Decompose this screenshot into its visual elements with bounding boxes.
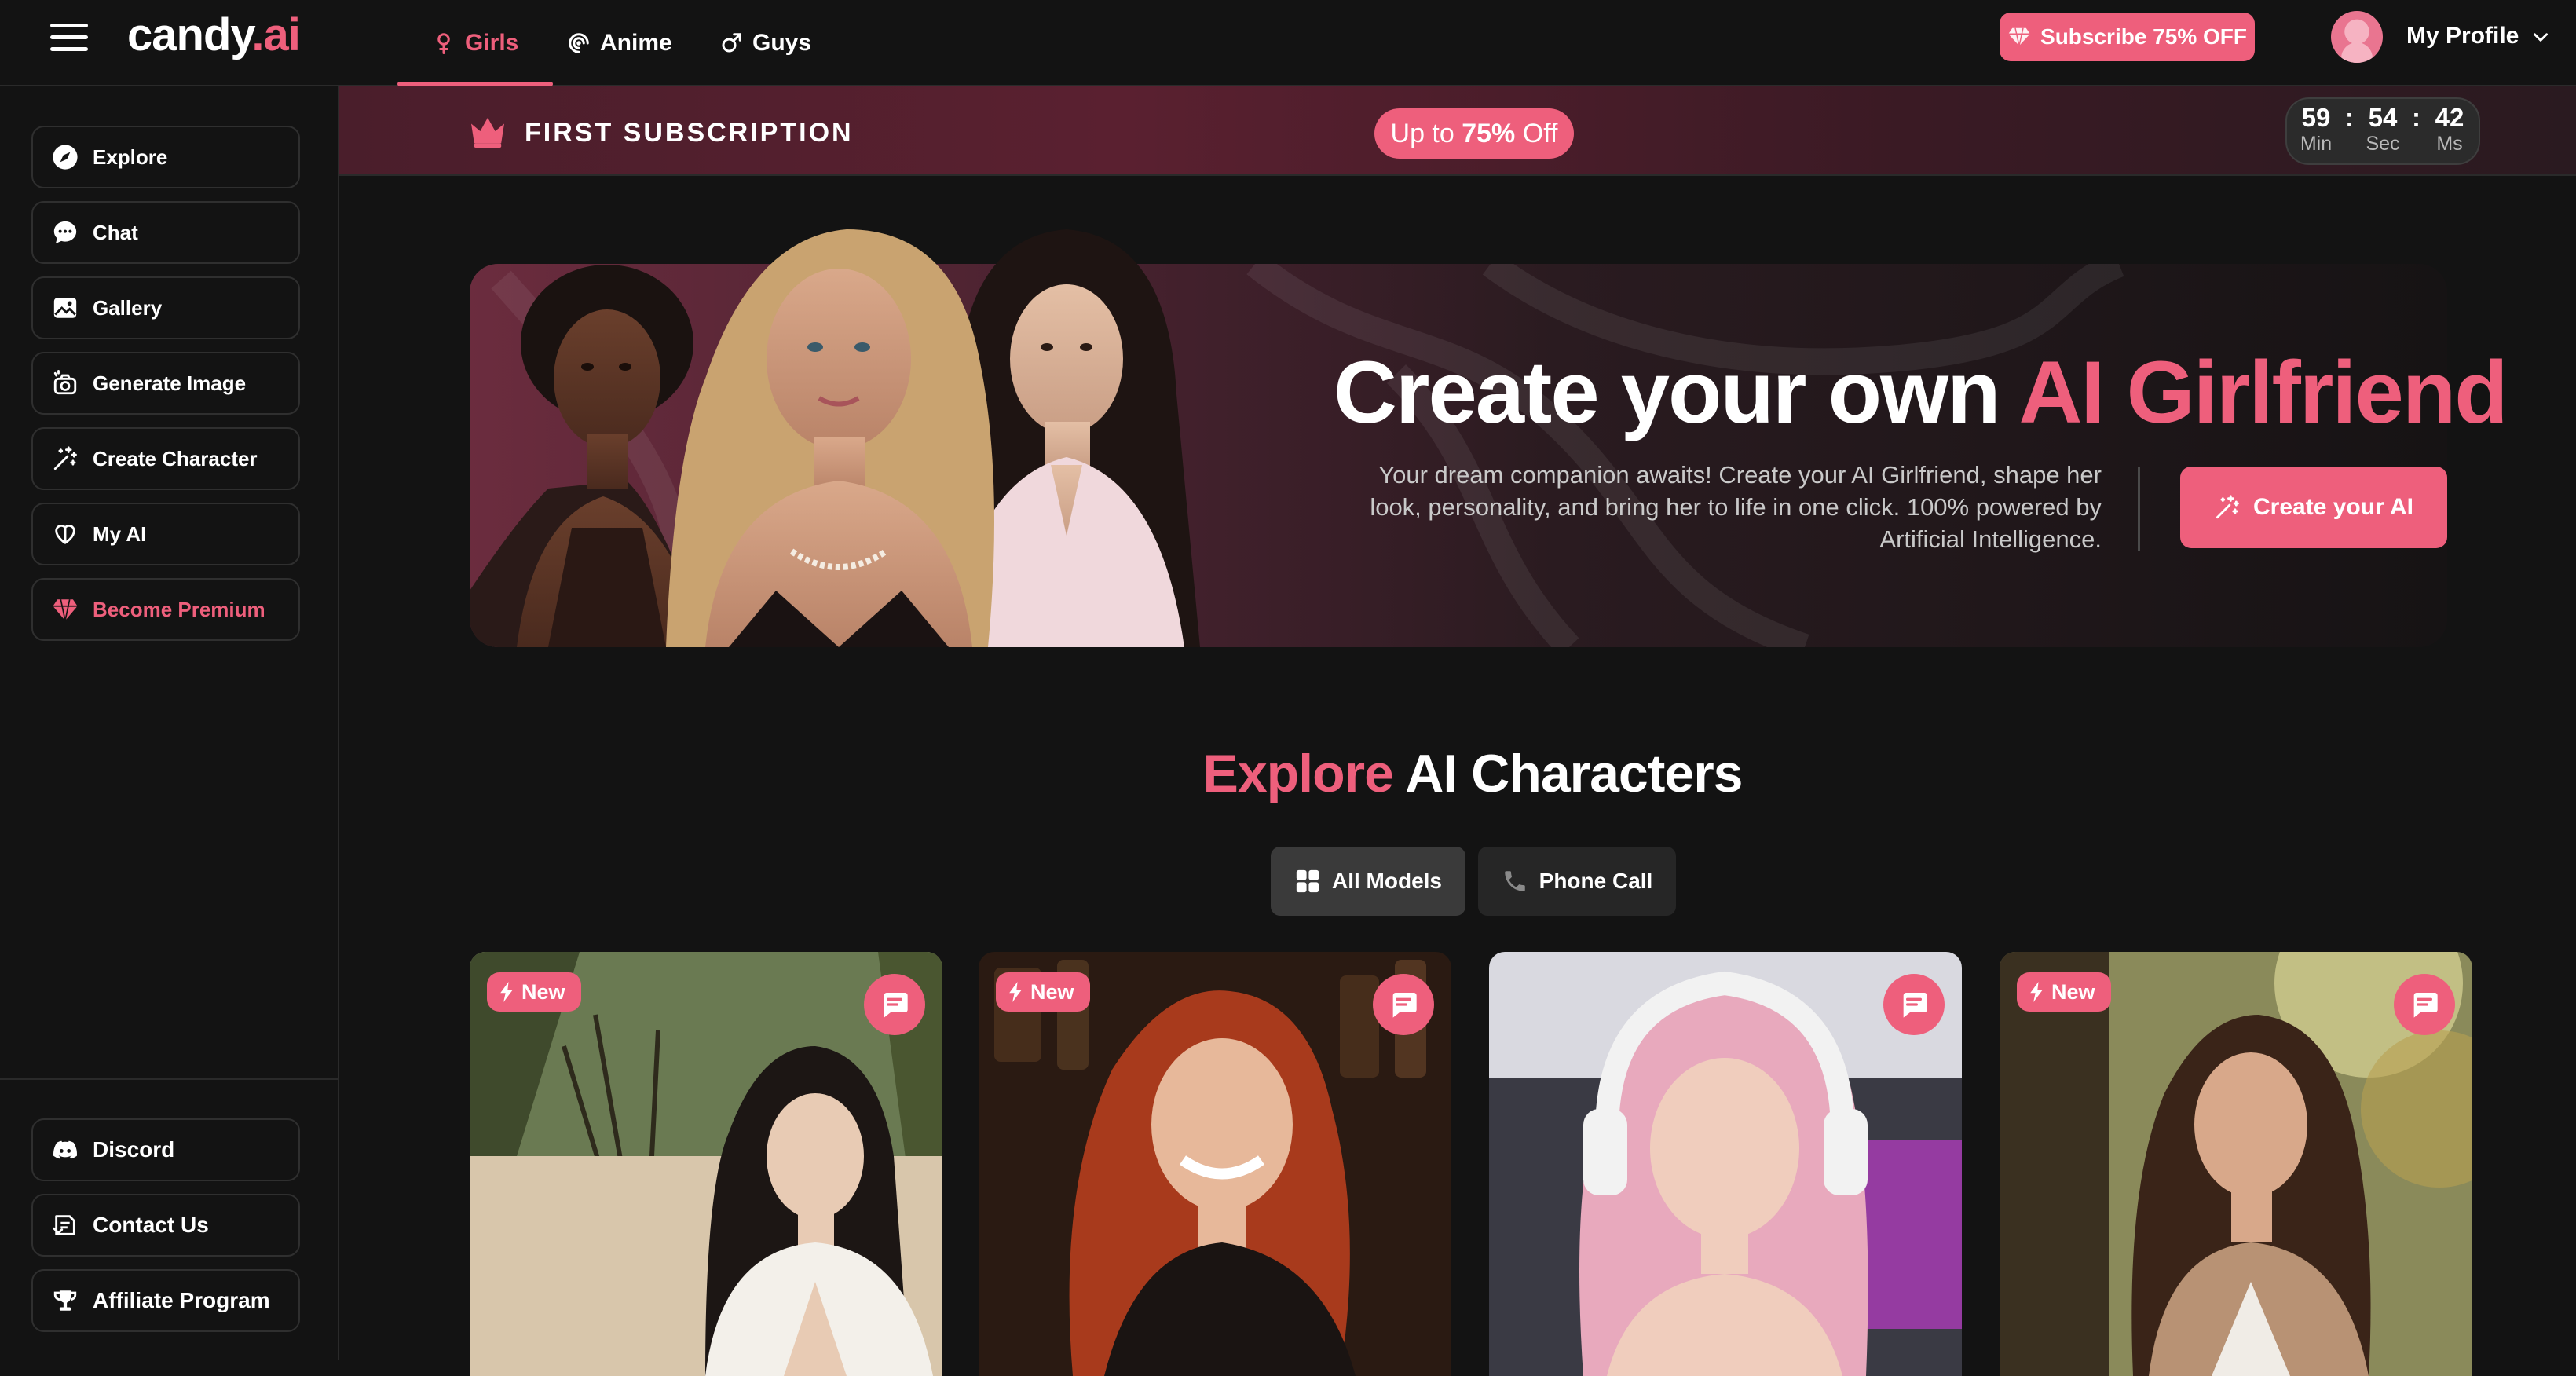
- discount-badge: Up to 75% Off: [1374, 108, 1574, 159]
- tab-girls-label: Girls: [465, 30, 519, 56]
- new-badge: New: [487, 972, 581, 1012]
- create-your-ai-button[interactable]: Create your AI: [2180, 467, 2447, 548]
- female-icon: [437, 33, 450, 54]
- hero-title: Create your own AI Girlfriend: [1334, 343, 2508, 441]
- contact-icon: [53, 1215, 75, 1235]
- chat-icon: [53, 221, 77, 244]
- trophy-icon: [53, 1290, 77, 1311]
- filter-phone-call[interactable]: Phone Call: [1478, 847, 1676, 916]
- sidebar-item-generate-image[interactable]: Generate Image: [31, 352, 300, 415]
- character-card[interactable]: [1489, 952, 1962, 1376]
- image-icon: [53, 298, 77, 318]
- timer-minutes: 59: [2301, 103, 2331, 132]
- hero-description: Your dream companion awaits! Create your…: [1370, 461, 2102, 553]
- diamond-icon: [2008, 27, 2030, 46]
- timer-seconds: 54: [2368, 103, 2398, 132]
- top-bar: candy.ai Girls Anime Guys Subscribe 75% …: [0, 0, 2576, 86]
- sidebar-item-label: Generate Image: [93, 371, 247, 395]
- tab-girls[interactable]: Girls: [397, 0, 554, 86]
- camera-sparkle-icon: [53, 370, 77, 395]
- chevron-down-icon[interactable]: [2530, 27, 2551, 47]
- sidebar-item-label: Chat: [93, 220, 138, 244]
- logo-main: candy: [127, 9, 252, 60]
- sidebar-item-label: Discord: [93, 1137, 175, 1162]
- hero-models-image: [470, 229, 1200, 647]
- lightning-icon: [2030, 982, 2043, 1002]
- logo[interactable]: candy.ai: [127, 6, 301, 64]
- lightning-icon: [500, 982, 513, 1002]
- explore-title: Explore AI Characters: [1202, 744, 1744, 803]
- create-your-ai-label: Create your AI: [2253, 494, 2413, 520]
- sidebar-item-label: Create Character: [93, 446, 258, 470]
- tab-anime[interactable]: Anime: [567, 0, 672, 86]
- subscribe-label: Subscribe 75% OFF: [2040, 24, 2247, 49]
- hero-divider: [2138, 467, 2140, 551]
- chat-button[interactable]: [1883, 974, 1945, 1035]
- sidebar-item-affiliate-program[interactable]: Affiliate Program: [31, 1269, 300, 1332]
- sidebar-item-become-premium[interactable]: Become Premium: [31, 578, 300, 641]
- chat-icon: [2413, 993, 2438, 1018]
- sidebar-item-my-ai[interactable]: My AI: [31, 503, 300, 565]
- sidebar-divider: [0, 1078, 338, 1080]
- sidebar-item-contact-us[interactable]: Contact Us: [31, 1194, 300, 1257]
- character-card[interactable]: New: [979, 952, 1451, 1376]
- logo-accent: .ai: [251, 9, 300, 60]
- timer-seconds-label: Sec: [2366, 133, 2400, 155]
- banner-title: FIRST SUBSCRIPTION: [525, 118, 854, 148]
- swirl-icon: [569, 33, 589, 53]
- sidebar-item-gallery[interactable]: Gallery: [31, 276, 300, 339]
- sidebar-item-label: Become Premium: [93, 597, 265, 621]
- character-card[interactable]: New: [470, 952, 942, 1376]
- phone-icon: [1504, 871, 1525, 891]
- chat-icon: [1392, 993, 1417, 1018]
- tab-guys[interactable]: Guys: [719, 0, 811, 86]
- tab-guys-label: Guys: [752, 30, 812, 56]
- filter-label: All Models: [1331, 869, 1442, 893]
- compass-icon: [53, 145, 78, 170]
- chat-icon: [1903, 993, 1927, 1018]
- chat-button[interactable]: [2394, 974, 2455, 1035]
- sidebar-item-discord[interactable]: Discord: [31, 1118, 300, 1181]
- male-icon: [722, 33, 741, 53]
- sidebar-item-chat[interactable]: Chat: [31, 201, 300, 264]
- sidebar-item-label: Contact Us: [93, 1213, 209, 1237]
- filter-label: Phone Call: [1539, 869, 1653, 893]
- heart-hands-icon: [55, 525, 75, 544]
- timer-ms-label: Ms: [2436, 133, 2463, 155]
- sidebar-item-label: Gallery: [93, 295, 163, 320]
- chat-button[interactable]: [1373, 974, 1434, 1035]
- sidebar-item-explore[interactable]: Explore: [31, 126, 300, 188]
- grid-icon: [1296, 869, 1319, 893]
- discord-icon: [53, 1140, 77, 1159]
- new-badge: New: [2017, 972, 2111, 1012]
- timer-ms: 42: [2435, 103, 2464, 132]
- sidebar: Explore Chat Gallery Generate Image Crea…: [0, 86, 339, 1360]
- promo-banner[interactable]: FIRST SUBSCRIPTION Up to 75% Off 59 Min :…: [339, 86, 2576, 176]
- chat-button[interactable]: [864, 974, 925, 1035]
- lightning-icon: [1009, 982, 1022, 1002]
- subscribe-button[interactable]: Subscribe 75% OFF: [2000, 13, 2255, 61]
- chat-icon: [884, 993, 908, 1018]
- magic-wand-icon: [53, 446, 77, 470]
- magic-wand-icon: [2216, 495, 2239, 519]
- sidebar-item-label: Explore: [93, 145, 168, 169]
- countdown-timer: 59 Min : 54 Sec : 42 Ms: [2285, 97, 2480, 165]
- timer-minutes-label: Min: [2300, 133, 2333, 155]
- avatar[interactable]: [2331, 11, 2383, 63]
- new-badge: New: [996, 972, 1090, 1012]
- sidebar-item-label: Affiliate Program: [93, 1288, 270, 1312]
- diamond-icon: [53, 599, 78, 621]
- crown-icon: [471, 117, 504, 148]
- sidebar-item-label: My AI: [93, 521, 147, 546]
- tab-anime-label: Anime: [600, 30, 672, 56]
- my-profile-button[interactable]: My Profile: [2406, 19, 2519, 53]
- filter-all-models[interactable]: All Models: [1271, 847, 1465, 916]
- character-card[interactable]: New: [2000, 952, 2472, 1376]
- menu-icon[interactable]: [50, 24, 88, 52]
- sidebar-item-create-character[interactable]: Create Character: [31, 427, 300, 490]
